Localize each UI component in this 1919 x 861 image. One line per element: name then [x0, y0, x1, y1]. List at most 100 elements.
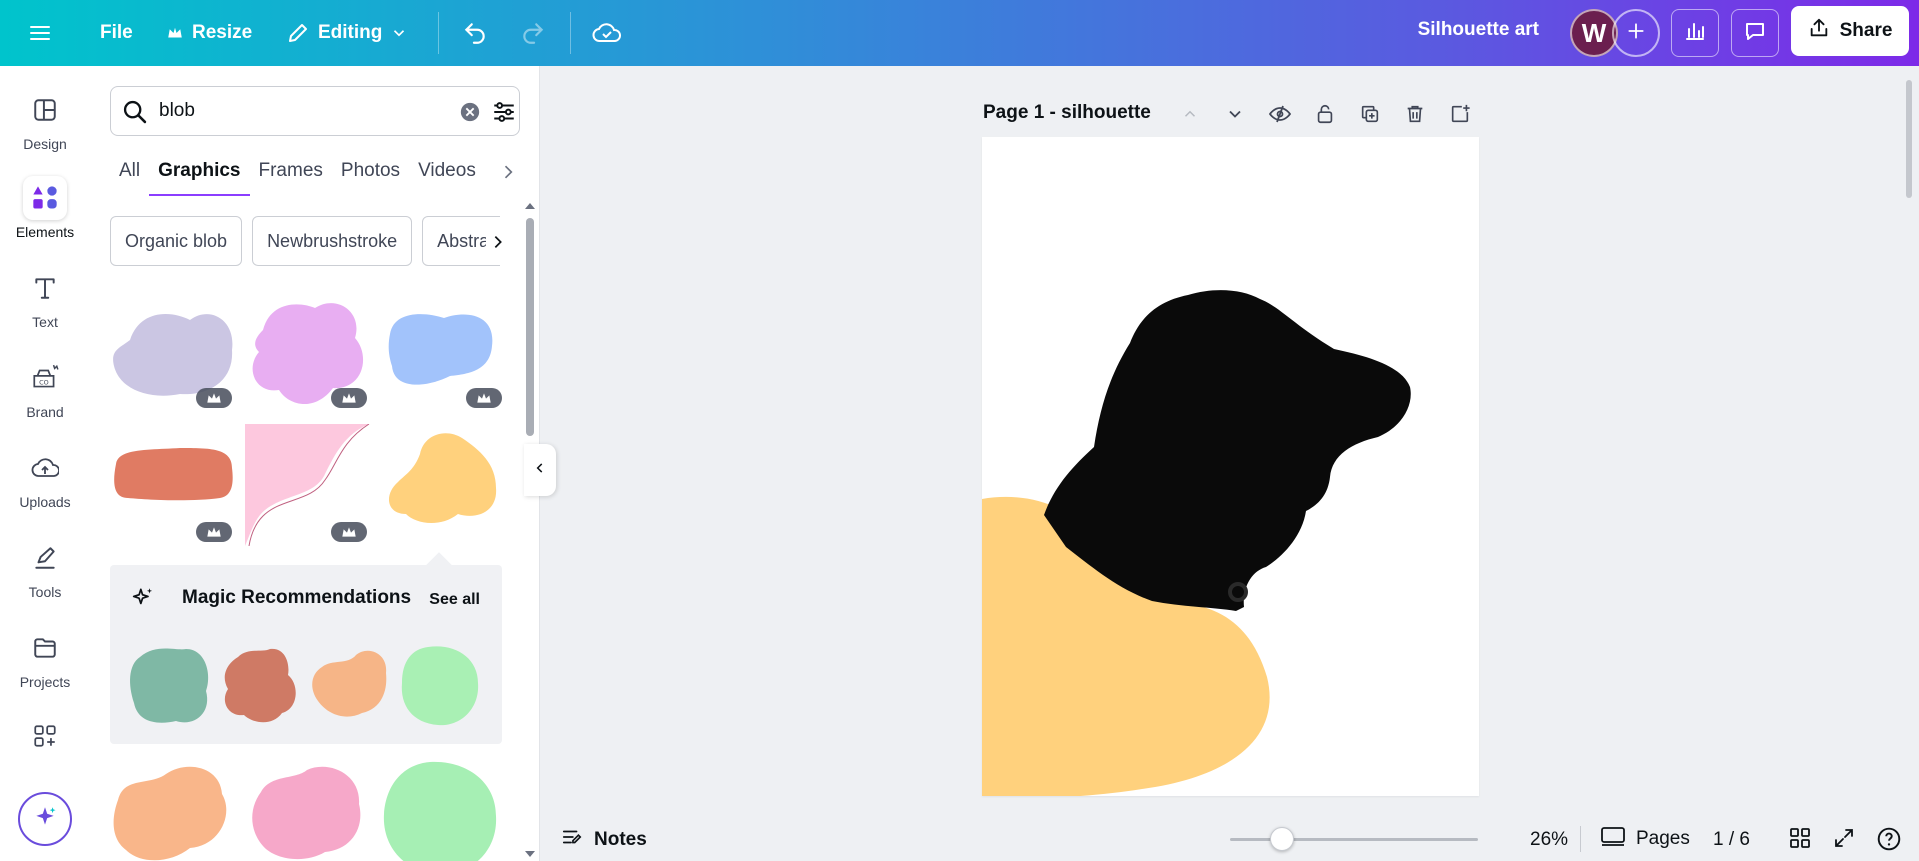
zoom-slider-thumb[interactable]: [1270, 827, 1295, 851]
notes-icon: [560, 826, 584, 854]
tab-videos[interactable]: Videos: [409, 150, 485, 196]
svg-text:CO: CO: [39, 378, 49, 386]
text-icon: [23, 266, 67, 310]
redo-button[interactable]: [520, 12, 546, 54]
filter-icon[interactable]: [491, 99, 517, 130]
rail-item-elements[interactable]: Elements: [0, 176, 90, 256]
magic-item-mint[interactable]: [398, 643, 482, 732]
design-title[interactable]: Silhouette art: [1418, 19, 1539, 41]
panel-scroll-thumb[interactable]: [526, 218, 534, 436]
rail-item-apps[interactable]: [0, 716, 90, 760]
menu-button[interactable]: [28, 12, 52, 54]
magic-item-peach[interactable]: [308, 643, 392, 732]
lock-icon[interactable]: [1311, 98, 1338, 130]
rail-item-brand[interactable]: CO Brand: [0, 356, 90, 436]
rail-item-uploads[interactable]: Uploads: [0, 446, 90, 526]
dog-silhouette-shape: [1044, 290, 1411, 611]
rail-item-tools[interactable]: Tools: [0, 536, 90, 616]
graphic-blob-yellow[interactable]: [380, 424, 506, 546]
see-all-link[interactable]: See all: [429, 591, 480, 609]
help-icon: [1876, 826, 1902, 857]
cloud-upload-icon: [23, 446, 67, 490]
page-title[interactable]: Page 1 - silhouette: [983, 102, 1151, 124]
canvas-scrollbar[interactable]: [1906, 80, 1912, 198]
graphic-pink-wave[interactable]: [245, 423, 371, 547]
chevron-left-icon: [533, 459, 547, 482]
file-menu-label: File: [100, 22, 133, 43]
magic-assistant-button[interactable]: [18, 792, 72, 846]
top-bar: File Resize Editing Silhouette art W Sha…: [0, 0, 1919, 66]
graphic-blob-pink[interactable]: [245, 290, 371, 412]
zoom-slider-track[interactable]: [1230, 838, 1478, 841]
notes-button[interactable]: Notes: [560, 826, 647, 854]
clear-search-icon[interactable]: [459, 101, 481, 128]
page-count: 1 / 6: [1713, 829, 1750, 850]
panel-scrollbar[interactable]: [524, 200, 536, 860]
design-page[interactable]: [982, 137, 1479, 796]
fullscreen-button[interactable]: [1832, 826, 1856, 855]
grid-view-button[interactable]: [1788, 826, 1812, 855]
bar-chart-icon: [1683, 19, 1707, 48]
brand-icon: CO: [23, 356, 67, 400]
magic-item-teal[interactable]: [128, 643, 212, 732]
rail-label-projects: Projects: [19, 674, 71, 690]
delete-page-icon[interactable]: [1401, 98, 1428, 130]
share-label: Share: [1839, 20, 1893, 41]
page-down-icon[interactable]: [1221, 98, 1248, 130]
tab-all[interactable]: All: [110, 150, 149, 196]
save-status-button[interactable]: [592, 12, 622, 54]
share-button[interactable]: Share: [1791, 6, 1909, 56]
undo-button[interactable]: [462, 12, 488, 54]
magic-recommendations-title: Magic Recommendations: [182, 587, 412, 608]
chip-organic-blob[interactable]: Organic blob: [110, 216, 243, 266]
duplicate-page-icon[interactable]: [1356, 98, 1383, 130]
editing-label: Editing: [318, 22, 383, 43]
graphic-blob-terracotta[interactable]: [110, 424, 236, 546]
tab-graphics[interactable]: Graphics: [149, 150, 250, 196]
topbar-divider-2: [570, 12, 571, 54]
tab-frames[interactable]: Frames: [250, 150, 332, 196]
pages-button[interactable]: Pages: [1600, 824, 1690, 854]
graphic-blob-rose[interactable]: [245, 760, 371, 861]
add-page-icon[interactable]: [1446, 98, 1473, 130]
editing-mode-button[interactable]: Editing: [286, 12, 408, 54]
invite-button[interactable]: [1612, 9, 1660, 57]
comments-button[interactable]: [1731, 9, 1779, 57]
tab-photos[interactable]: Photos: [332, 150, 409, 196]
search-box: [110, 86, 520, 136]
graphic-blob-blue[interactable]: [380, 290, 506, 412]
chip-newbrushstroke[interactable]: Newbrushstroke: [252, 216, 413, 266]
pages-icon: [1600, 824, 1626, 854]
magic-sparkle-icon: [130, 585, 156, 616]
comment-icon: [1743, 19, 1767, 48]
expand-icon: [1832, 826, 1856, 855]
graphic-blob-lavender[interactable]: [110, 290, 236, 412]
hamburger-icon: [28, 21, 52, 45]
magic-item-rust[interactable]: [218, 643, 302, 732]
resize-label: Resize: [192, 22, 253, 43]
user-avatar[interactable]: W: [1570, 9, 1618, 57]
tabs-scroll-right-icon[interactable]: [498, 160, 518, 189]
graphic-blob-orange[interactable]: [110, 760, 236, 861]
graphic-blob-green[interactable]: [380, 760, 506, 861]
chips-scroll-right-icon[interactable]: [486, 226, 510, 258]
insights-button[interactable]: [1671, 9, 1719, 57]
suggestion-chips: Organic blob Newbrushstroke Abstract: [110, 216, 500, 268]
collapse-panel-button[interactable]: [524, 444, 556, 496]
rail-item-design[interactable]: Design: [0, 88, 90, 168]
chevron-down-icon: [390, 24, 408, 42]
rail-item-text[interactable]: Text: [0, 266, 90, 346]
resize-button[interactable]: Resize: [166, 12, 252, 54]
hide-page-icon[interactable]: [1266, 98, 1293, 130]
premium-crown-icon: [466, 388, 502, 408]
help-button[interactable]: [1876, 826, 1902, 857]
search-input[interactable]: [159, 97, 419, 125]
file-menu-button[interactable]: File: [100, 12, 133, 54]
layout-icon: [23, 88, 67, 132]
rail-item-projects[interactable]: Projects: [0, 626, 90, 706]
rail-label-text: Text: [32, 314, 58, 330]
zoom-level[interactable]: 26%: [1530, 829, 1568, 851]
rail-label-elements: Elements: [15, 224, 75, 240]
search-icon: [121, 98, 149, 131]
page-up-icon[interactable]: [1176, 98, 1203, 130]
